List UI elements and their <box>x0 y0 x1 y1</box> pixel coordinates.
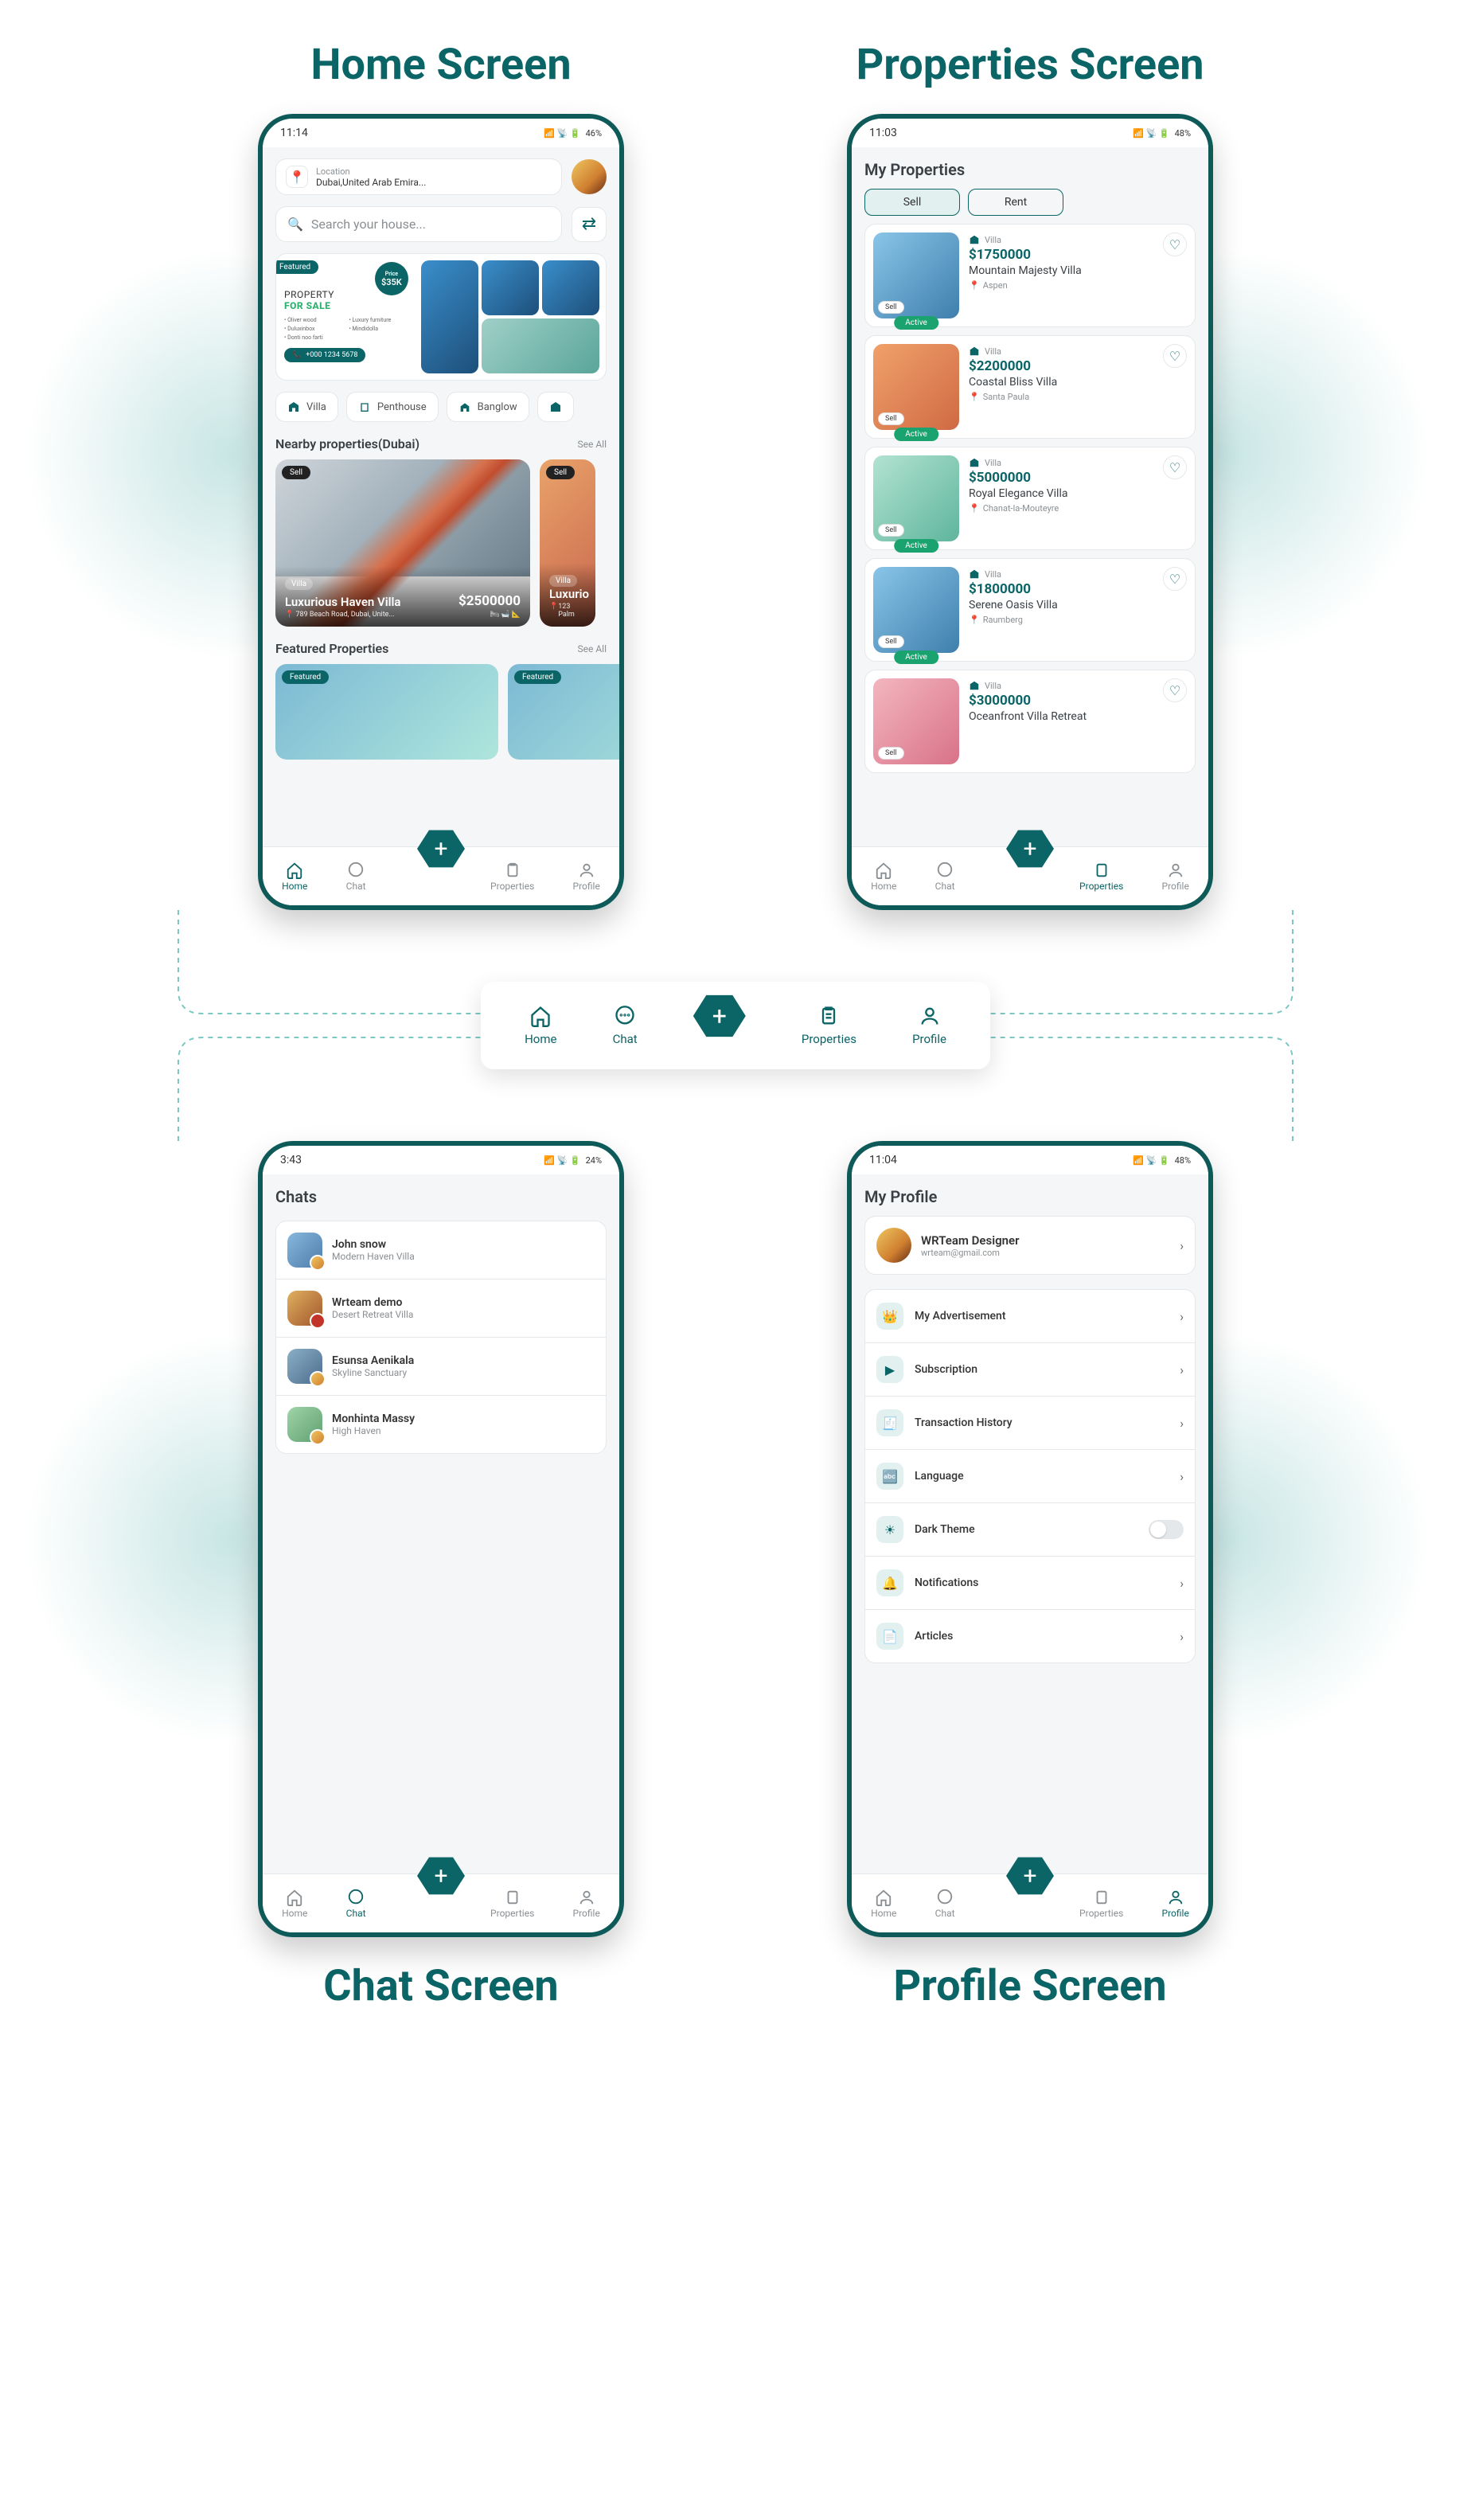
dock-home[interactable]: Home <box>525 1005 556 1046</box>
nearby-card[interactable]: Sell Villa Luxurious Haven Villa$2500000… <box>275 459 530 627</box>
phone-chip: 📞 +000 1234 5678 <box>284 348 365 362</box>
location-chip[interactable]: 📍 LocationDubai,United Arab Emira... <box>275 158 562 195</box>
property-item[interactable]: SellActiveVilla$1750000Mountain Majesty … <box>864 224 1196 327</box>
nav-chat[interactable]: Chat <box>935 861 955 892</box>
dock-chat[interactable]: Chat <box>613 1005 638 1046</box>
menu-darktheme[interactable]: ☀Dark Theme <box>865 1502 1195 1556</box>
nav-properties[interactable]: Properties <box>1079 861 1123 892</box>
statusbar: 11:14 📶 📡 🔋 46% <box>263 119 619 147</box>
heart-icon[interactable]: ♡ <box>1163 455 1187 479</box>
featured-card[interactable]: Featured <box>508 664 619 760</box>
nav-properties[interactable]: Properties <box>490 1889 534 1919</box>
menu-advertisement[interactable]: 👑My Advertisement› <box>865 1290 1195 1342</box>
dock-fab[interactable]: + <box>693 993 746 1039</box>
property-item[interactable]: SellVilla$3000000Oceanfront Villa Retrea… <box>864 670 1196 773</box>
see-all-link[interactable]: See All <box>578 643 607 654</box>
heart-icon[interactable]: ♡ <box>1163 567 1187 591</box>
menu-notifications[interactable]: 🔔Notifications› <box>865 1556 1195 1609</box>
label-properties: Properties Screen <box>847 40 1213 90</box>
avatar <box>876 1228 911 1263</box>
phone-chat: 3:43📶 📡 🔋 24% Chats John snowModern Have… <box>258 1141 624 1937</box>
crown-icon: 👑 <box>876 1303 903 1330</box>
nav-home[interactable]: Home <box>871 1889 896 1919</box>
chevron-right-icon: › <box>1180 1238 1184 1253</box>
featured-badge: Featured <box>275 260 318 274</box>
chip-more[interactable] <box>537 392 574 422</box>
nav-profile[interactable]: Profile <box>573 1889 600 1919</box>
nav-properties[interactable]: Properties <box>1079 1889 1123 1919</box>
menu-articles[interactable]: 📄Articles› <box>865 1609 1195 1662</box>
page-title: Chats <box>275 1174 607 1216</box>
heart-icon[interactable]: ♡ <box>1163 344 1187 368</box>
bottom-nav: + Home Chat Properties Profile <box>852 1873 1208 1932</box>
filter-button[interactable]: ⇄ <box>572 207 607 242</box>
chip-villa[interactable]: Villa <box>275 392 338 422</box>
sell-tag: Sell <box>282 466 310 479</box>
chat-item[interactable]: Monhinta MassyHigh Haven <box>276 1395 606 1453</box>
nav-home[interactable]: Home <box>871 861 896 892</box>
chat-item[interactable]: Esunsa AenikalaSkyline Sanctuary <box>276 1337 606 1395</box>
page-title: My Properties <box>864 147 1196 189</box>
page-title: My Profile <box>864 1174 1196 1216</box>
chip-banglow[interactable]: Banglow <box>447 392 529 422</box>
price-bubble: Price$35K <box>375 262 408 295</box>
featured-title: Featured Properties <box>275 641 388 656</box>
heart-icon[interactable]: ♡ <box>1163 232 1187 256</box>
nav-properties[interactable]: Properties <box>490 861 534 892</box>
nav-chat[interactable]: Chat <box>346 861 366 892</box>
property-item[interactable]: SellActiveVilla$5000000Royal Elegance Vi… <box>864 447 1196 550</box>
sun-icon: ☀ <box>876 1516 903 1543</box>
label-profile: Profile Screen <box>847 1961 1213 2011</box>
phone-home: 11:14 📶 📡 🔋 46% 📍 LocationDubai,United A… <box>258 114 624 910</box>
chat-item[interactable]: Wrteam demoDesert Retreat Villa <box>276 1279 606 1337</box>
dock-properties[interactable]: Properties <box>802 1005 856 1046</box>
bottom-nav: + Home Chat Properties Profile <box>263 1873 619 1932</box>
phone-profile: 11:04📶 📡 🔋 48% My Profile WRTeam Designe… <box>847 1141 1213 1937</box>
nav-chat[interactable]: Chat <box>935 1889 955 1919</box>
receipt-icon: 🧾 <box>876 1409 903 1436</box>
language-icon: 🔤 <box>876 1463 903 1490</box>
play-icon: ▶ <box>876 1356 903 1383</box>
bottom-nav: + Home Chat Properties Profile <box>852 846 1208 905</box>
heart-icon[interactable]: ♡ <box>1163 678 1187 702</box>
bell-icon: 🔔 <box>876 1569 903 1596</box>
menu-language[interactable]: 🔤Language› <box>865 1449 1195 1502</box>
nav-chat[interactable]: Chat <box>346 1889 366 1919</box>
nearby-card-2[interactable]: Sell VillaLuxurio📍123 Palm <box>540 459 595 627</box>
avatar[interactable] <box>572 159 607 194</box>
nav-home[interactable]: Home <box>282 1889 307 1919</box>
pin-icon: 📍 <box>286 166 308 188</box>
property-item[interactable]: SellActiveVilla$2200000Coastal Bliss Vil… <box>864 335 1196 439</box>
profile-card[interactable]: WRTeam Designerwrteam@gmail.com › <box>864 1216 1196 1275</box>
label-home: Home Screen <box>258 40 624 90</box>
nav-profile[interactable]: Profile <box>1162 861 1189 892</box>
seg-sell[interactable]: Sell <box>864 189 960 216</box>
search-input[interactable]: 🔍 Search your house... <box>275 206 562 242</box>
chat-item[interactable]: John snowModern Haven Villa <box>276 1221 606 1279</box>
promo-banner[interactable]: Featured Price$35K PROPERTYFOR SALE • Ol… <box>275 253 607 381</box>
bottom-nav: + Home Chat Properties Profile <box>263 846 619 905</box>
menu-subscription[interactable]: ▶Subscription› <box>865 1342 1195 1396</box>
phone-properties: 11:03📶 📡 🔋 48% My Properties Sell Rent S… <box>847 114 1213 910</box>
chip-penthouse[interactable]: Penthouse <box>346 392 439 422</box>
property-item[interactable]: SellActiveVilla$1800000Serene Oasis Vill… <box>864 558 1196 662</box>
nav-home[interactable]: Home <box>282 861 307 892</box>
nav-profile[interactable]: Profile <box>1162 1889 1189 1919</box>
statusbar: 3:43📶 📡 🔋 24% <box>263 1146 619 1174</box>
menu-transactions[interactable]: 🧾Transaction History› <box>865 1396 1195 1449</box>
article-icon: 📄 <box>876 1623 903 1650</box>
dark-toggle[interactable] <box>1149 1520 1184 1539</box>
see-all-link[interactable]: See All <box>578 439 607 450</box>
statusbar: 11:04📶 📡 🔋 48% <box>852 1146 1208 1174</box>
featured-card[interactable]: Featured <box>275 664 498 760</box>
seg-rent[interactable]: Rent <box>968 189 1063 216</box>
dock-profile[interactable]: Profile <box>912 1005 946 1046</box>
banner-features: • Oliver wood• Duluxinbox• Donti noo far… <box>284 316 408 343</box>
nav-profile[interactable]: Profile <box>573 861 600 892</box>
nearby-title: Nearby properties(Dubai) <box>275 436 419 451</box>
label-chat: Chat Screen <box>258 1961 624 2011</box>
statusbar: 11:03📶 📡 🔋 48% <box>852 119 1208 147</box>
search-icon: 🔍 <box>287 217 303 232</box>
center-dock: Home Chat + Properties Profile <box>481 982 990 1069</box>
